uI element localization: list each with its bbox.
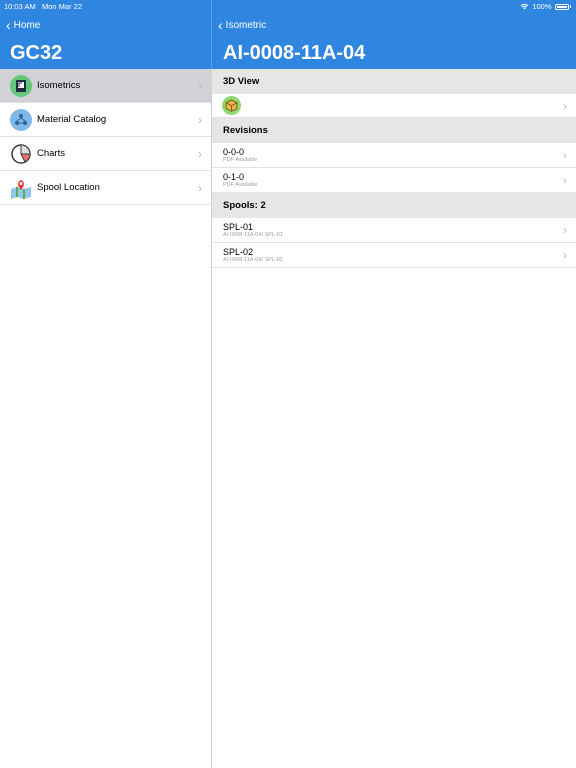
spool-row[interactable]: SPL-02 AI-0008-11A-04/ SPL-02 › <box>212 243 576 268</box>
sidebar-item-label: Material Catalog <box>37 114 107 125</box>
chevron-right-icon: › <box>563 173 567 187</box>
revision-title: 0-0-0 <box>223 147 245 157</box>
chevron-right-icon: › <box>563 148 567 162</box>
chevron-right-icon: › <box>198 78 202 93</box>
chevron-right-icon: › <box>198 112 202 127</box>
navigation-bar: 10:03 AM Mon Mar 22 100% ‹ Home GC32 ‹ I… <box>0 0 576 69</box>
revision-subtitle: PDF Available <box>223 157 258 163</box>
section-header-3d-view: 3D View <box>212 69 576 94</box>
isometric-drawing-icon <box>10 74 32 97</box>
battery-icon <box>554 3 569 10</box>
header-split-divider <box>211 0 212 69</box>
sidebar-item-label: Spool Location <box>37 182 100 193</box>
sidebar-item-charts[interactable]: Charts › <box>0 137 211 171</box>
chevron-left-icon: ‹ <box>218 17 223 33</box>
status-indicators: 100% <box>520 2 571 11</box>
sidebar-item-isometrics[interactable]: Isometrics › <box>0 69 211 103</box>
sidebar-item-spool-location[interactable]: Spool Location › <box>0 171 211 205</box>
section-header-revisions: Revisions <box>212 118 576 143</box>
sidebar-item-label: Isometrics <box>37 80 81 91</box>
chevron-right-icon: › <box>198 180 202 195</box>
chevron-right-icon: › <box>563 98 567 113</box>
isometric-back-label: Isometric <box>225 19 267 31</box>
wifi-icon <box>520 3 529 10</box>
detail-title: AI-0008-11A-04 <box>223 42 366 64</box>
pie-chart-icon <box>10 143 32 165</box>
sidebar-item-material-catalog[interactable]: Material Catalog › <box>0 103 211 137</box>
spool-subtitle: AI-0008-11A-04/ SPL-02 <box>223 257 283 263</box>
3d-cube-icon <box>222 96 241 115</box>
home-back-button[interactable]: ‹ Home <box>6 18 40 32</box>
home-back-label: Home <box>13 19 41 31</box>
status-date: Mon Mar 22 <box>41 2 82 11</box>
status-time: 10:03 AM Mon Mar 22 <box>4 2 82 11</box>
revision-row[interactable]: 0-1-0 PDF Available › <box>212 168 576 193</box>
chevron-right-icon: › <box>198 146 202 161</box>
spool-title: SPL-01 <box>223 222 254 232</box>
material-catalog-icon <box>10 108 32 131</box>
spool-row[interactable]: SPL-01 AI-0008-11A-04/ SPL-01 › <box>212 218 576 243</box>
master-title: GC32 <box>10 42 63 64</box>
chevron-right-icon: › <box>563 248 567 262</box>
map-pin-icon <box>10 177 32 199</box>
isometric-back-button[interactable]: ‹ Isometric <box>218 18 266 32</box>
chevron-left-icon: ‹ <box>6 17 11 33</box>
revision-row[interactable]: 0-0-0 PDF Available › <box>212 143 576 168</box>
battery-tip <box>569 5 571 8</box>
spool-subtitle: AI-0008-11A-04/ SPL-01 <box>223 232 283 238</box>
spool-title: SPL-02 <box>223 247 254 257</box>
revision-title: 0-1-0 <box>223 172 245 182</box>
master-list: Isometrics › Material Catalog › Charts ›… <box>0 69 211 205</box>
detail-list: 3D View › Revisions 0-0-0 PDF Available … <box>212 69 576 268</box>
chevron-right-icon: › <box>563 223 567 237</box>
battery-percent: 100% <box>532 2 552 11</box>
3d-view-row[interactable]: › <box>212 94 576 118</box>
section-header-spools: Spools: 2 <box>212 193 576 218</box>
revision-subtitle: PDF Available <box>223 182 258 188</box>
sidebar-item-label: Charts <box>37 148 65 159</box>
status-clock: 10:03 AM <box>4 2 36 11</box>
